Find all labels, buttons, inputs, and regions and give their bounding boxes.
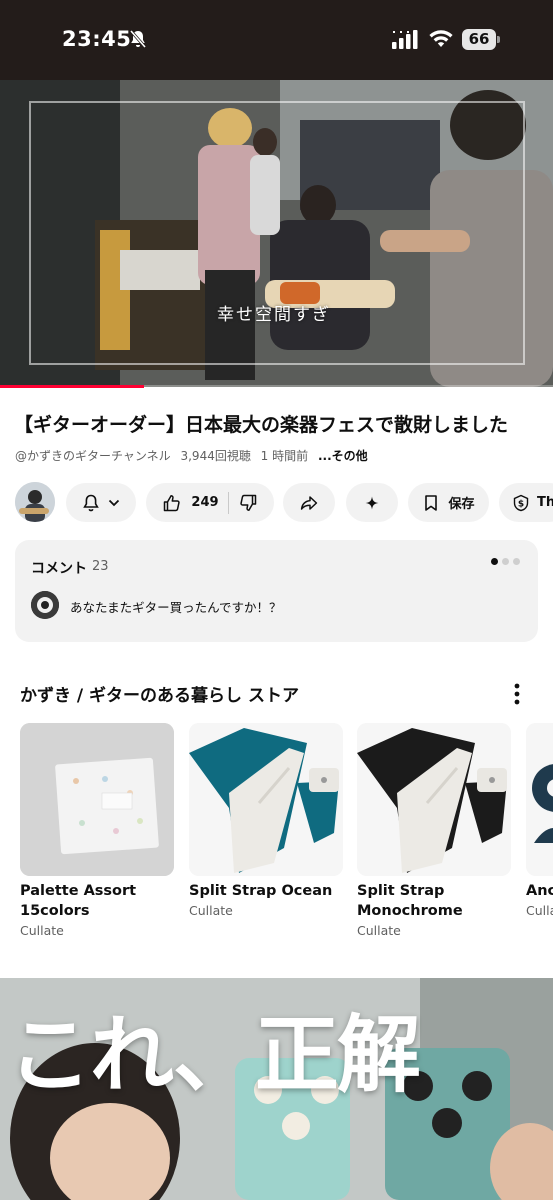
video-player[interactable]: 幸せ空間すぎ [0, 80, 553, 387]
video-caption: 幸せ空間すぎ [217, 305, 331, 325]
battery-tip [497, 36, 500, 43]
product-name-line: Anc [526, 883, 553, 899]
like-button[interactable]: 249 [162, 493, 219, 513]
thanks-dollar-icon: $ [513, 494, 529, 511]
product-name-line: Split Strap Ocean [189, 883, 333, 899]
thumbs-up-icon [164, 494, 181, 511]
comments-count: 23 [92, 559, 109, 574]
subscribe-bell-button[interactable] [66, 483, 136, 522]
partial-product-image [526, 723, 553, 876]
product-name-line: Split Strap [357, 883, 445, 899]
product-brand: Culla [526, 903, 553, 918]
avatar-image [15, 482, 55, 522]
save-label: 保存 [448, 497, 475, 512]
comments-pager-dots [491, 558, 520, 565]
status-time: 23:45 [62, 27, 132, 51]
save-button[interactable]: 保存 [408, 483, 489, 522]
product-card[interactable]: Split Strap Monochrome Cullate [357, 723, 511, 940]
product-card[interactable]: Palette Assort 15colors Cullate [20, 723, 174, 940]
like-divider [227, 491, 229, 514]
like-dislike-group: 249 [146, 483, 274, 522]
ask-ai-button[interactable] [346, 483, 398, 522]
bell-icon [83, 494, 99, 511]
svg-text:$: $ [518, 499, 524, 509]
product-name: Split Strap Monochrome [357, 881, 511, 921]
video-meta[interactable]: @かずきのギターチャンネル 3,944回視聴 1 時間前 ...その他 [15, 447, 374, 464]
thumbs-down-icon[interactable] [238, 493, 258, 513]
product-image-ocean [189, 723, 343, 876]
video-frame [0, 80, 553, 387]
chevron-down-icon [108, 499, 120, 506]
bell-muted-icon [129, 30, 147, 48]
comments-card[interactable]: コメント 23 あなたまたギター買ったんですか！？ [15, 540, 538, 642]
product-name-line: 15colors [20, 903, 90, 919]
commenter-avatar [31, 591, 59, 619]
pager-dot [513, 558, 520, 565]
product-name-line: Monochrome [357, 903, 463, 919]
product-brand: Cullate [189, 903, 233, 918]
thumbnail-title-text: これ、正解 [8, 1006, 421, 1104]
view-count: 3,944回視聴 [180, 449, 251, 463]
ocean-strap-image [189, 723, 343, 876]
more-link[interactable]: ...その他 [318, 449, 368, 463]
store-title: かずき / ギターのある暮らし ストア [20, 686, 299, 706]
cellular-signal-icon [392, 30, 418, 49]
product-name: Palette Assort 15colors [20, 881, 174, 921]
status-bar: 23:45 66 [0, 0, 553, 80]
share-icon [300, 495, 318, 510]
share-button[interactable] [283, 483, 335, 522]
upload-age: 1 時間前 [260, 449, 309, 463]
top-comment-text: あなたまたギター買ったんですか！？ [70, 600, 282, 615]
product-card[interactable]: Split Strap Ocean Cullate [189, 723, 343, 920]
channel-handle: @かずきのギターチャンネル [15, 449, 171, 463]
thanks-label: Tha [537, 495, 553, 510]
commenter-avatar-image [31, 591, 59, 619]
monochrome-strap-image [357, 723, 511, 876]
pager-dot-active [491, 558, 498, 565]
bookmark-icon [425, 494, 438, 511]
product-name: Split Strap Ocean [189, 881, 343, 901]
product-image-palette [20, 723, 174, 876]
product-name-line: Palette Assort [20, 883, 137, 899]
product-name: Anc [526, 881, 553, 901]
more-options-icon[interactable] [507, 682, 527, 706]
channel-avatar[interactable] [15, 482, 55, 522]
pager-dot [502, 558, 509, 565]
product-image-monochrome [357, 723, 511, 876]
product-card[interactable]: Anc Culla [526, 723, 553, 920]
comments-title: コメント [31, 561, 87, 577]
sparkle-icon [365, 496, 379, 509]
video-title[interactable]: 【ギターオーダー】日本最大の楽器フェスで散財しました [14, 410, 539, 437]
like-count: 249 [191, 495, 219, 510]
palette-product-image [20, 723, 174, 876]
product-image-partial [526, 723, 553, 876]
product-brand: Cullate [357, 923, 401, 938]
thanks-button[interactable]: $ Tha [499, 483, 553, 522]
product-brand: Cullate [20, 923, 64, 938]
battery-indicator: 66 [462, 29, 496, 50]
wifi-icon [429, 30, 453, 47]
